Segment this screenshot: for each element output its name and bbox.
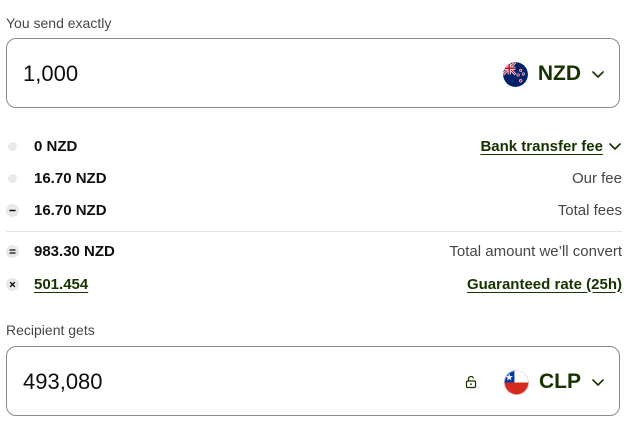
send-amount-input[interactable]: 1,000 — [23, 39, 78, 109]
send-currency-code: NZD — [537, 62, 581, 85]
fee-amount: 16.70 NZD — [34, 201, 107, 219]
chile-flag-icon — [504, 369, 529, 395]
receive-amount-input[interactable]: 493,080 — [23, 347, 103, 417]
chevron-down-icon — [609, 143, 621, 150]
multiply-icon — [6, 277, 19, 291]
receive-amount-box: 493,080 CLP — [6, 346, 620, 416]
equals-icon — [6, 244, 19, 258]
divider — [6, 231, 622, 232]
receive-currency-code: CLP — [539, 370, 581, 393]
conversion-row: 983.30 NZD Total amount we’ll convert — [6, 240, 622, 262]
receive-label: Recipient gets — [6, 322, 95, 338]
chevron-down-icon — [592, 71, 604, 78]
unlock-icon[interactable] — [464, 375, 478, 389]
fee-description: Total fees — [557, 201, 622, 219]
fee-amount: 0 NZD — [34, 137, 78, 155]
conversion-amount: 983.30 NZD — [34, 242, 115, 260]
rate-value-link[interactable]: 501.454 — [34, 276, 88, 293]
fee-row-total-fees: 16.70 NZD Total fees — [6, 199, 622, 221]
fee-description: Our fee — [571, 169, 622, 187]
bank-transfer-fee-link[interactable]: Bank transfer fee — [480, 138, 622, 155]
dot-icon — [8, 173, 17, 183]
send-amount-box: 1,000 NZD — [6, 38, 620, 108]
send-currency-select[interactable]: NZD — [502, 39, 605, 109]
chevron-down-icon — [592, 379, 604, 386]
send-label: You send exactly — [6, 15, 112, 31]
dot-icon — [8, 141, 17, 151]
fee-row-bank-transfer: 0 NZD Bank transfer fee — [6, 135, 622, 157]
fee-amount: 16.70 NZD — [34, 169, 107, 187]
minus-icon — [6, 203, 19, 217]
fee-description: Bank transfer fee — [480, 137, 603, 155]
receive-currency-select[interactable]: CLP — [464, 347, 605, 417]
guaranteed-rate-link[interactable]: Guaranteed rate (25h) — [467, 276, 622, 293]
fee-row-our-fee: 16.70 NZD Our fee — [6, 167, 622, 189]
conversion-description: Total amount we’ll convert — [449, 242, 622, 260]
new-zealand-flag-icon — [502, 61, 528, 87]
rate-row: 501.454 Guaranteed rate (25h) — [6, 273, 622, 295]
